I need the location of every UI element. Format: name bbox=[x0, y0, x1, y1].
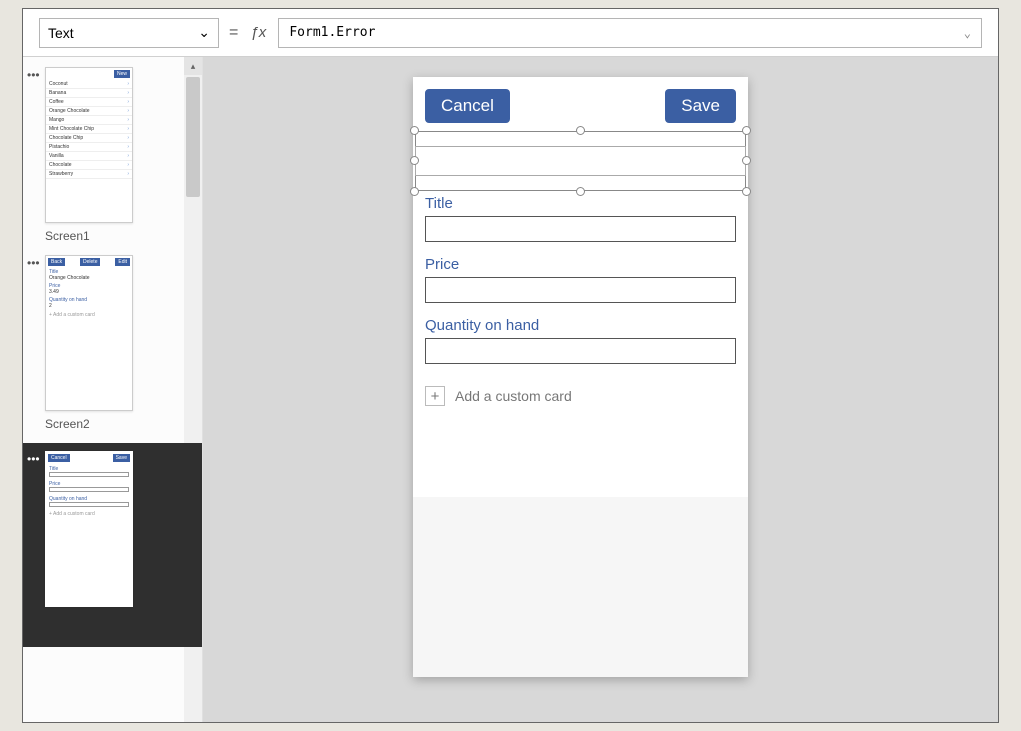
property-dropdown[interactable]: Text ⌄ bbox=[39, 18, 219, 48]
add-card-label: Add a custom card bbox=[455, 388, 572, 404]
field-label: Quantity on hand bbox=[425, 317, 736, 334]
design-canvas[interactable]: Cancel Save Title Price Quant bbox=[203, 57, 998, 722]
thumbnail-screen3[interactable]: ••• Cancel Save Title Price Quantity on … bbox=[23, 443, 202, 647]
chevron-down-icon[interactable]: ⌄ bbox=[964, 26, 971, 40]
fx-icon: ƒx bbox=[248, 24, 268, 41]
screen-thumbnails-panel: ▴ ••• New Coconut› Banana› Coffee› Orang… bbox=[23, 57, 203, 722]
formula-text: Form1.Error bbox=[289, 25, 375, 40]
app-preview: Cancel Save Title Price Quant bbox=[413, 77, 748, 677]
chevron-down-icon: ⌄ bbox=[198, 24, 210, 41]
field-title: Title bbox=[425, 195, 736, 242]
equals-sign: = bbox=[229, 24, 238, 42]
thumbnail-screen2[interactable]: ••• Back Delete Edit Title Orange Chocol… bbox=[27, 255, 198, 431]
cancel-button[interactable]: Cancel bbox=[425, 89, 510, 123]
thumbnail-label: Screen1 bbox=[45, 229, 198, 243]
formula-bar: Text ⌄ = ƒx Form1.Error ⌄ bbox=[23, 9, 998, 57]
formula-input[interactable]: Form1.Error ⌄ bbox=[278, 18, 982, 48]
property-dropdown-value: Text bbox=[48, 25, 74, 41]
field-label: Price bbox=[425, 256, 736, 273]
more-icon[interactable]: ••• bbox=[27, 453, 40, 465]
field-quantity: Quantity on hand bbox=[425, 317, 736, 364]
field-price: Price bbox=[425, 256, 736, 303]
thumbnail-canvas: Cancel Save Title Price Quantity on hand… bbox=[45, 451, 133, 607]
field-label: Title bbox=[425, 195, 736, 212]
quantity-input[interactable] bbox=[425, 338, 736, 364]
main-area: ▴ ••• New Coconut› Banana› Coffee› Orang… bbox=[23, 57, 998, 722]
price-input[interactable] bbox=[425, 277, 736, 303]
thumbnail-canvas: New Coconut› Banana› Coffee› Orange Choc… bbox=[45, 67, 133, 223]
app-studio-frame: Text ⌄ = ƒx Form1.Error ⌄ ▴ ••• New Coc bbox=[22, 8, 999, 723]
edit-form: Title Price Quantity on hand + bbox=[425, 195, 736, 406]
thumbnail-screen1[interactable]: ••• New Coconut› Banana› Coffee› Orange … bbox=[27, 67, 198, 243]
add-custom-card[interactable]: + Add a custom card bbox=[425, 386, 736, 406]
thumbnail-canvas: Back Delete Edit Title Orange Chocolate … bbox=[45, 255, 133, 411]
more-icon[interactable]: ••• bbox=[27, 257, 40, 269]
thumbnail-label: Screen2 bbox=[45, 417, 198, 431]
thumb-new-button: New bbox=[114, 70, 130, 78]
save-button[interactable]: Save bbox=[665, 89, 736, 123]
more-icon[interactable]: ••• bbox=[27, 69, 40, 81]
plus-icon: + bbox=[425, 386, 445, 406]
title-input[interactable] bbox=[425, 216, 736, 242]
